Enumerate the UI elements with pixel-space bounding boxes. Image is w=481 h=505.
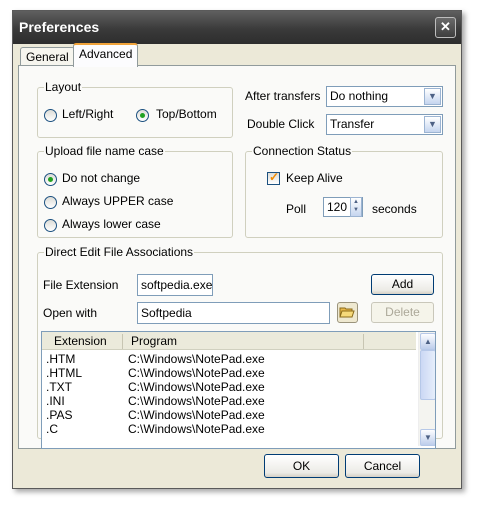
double-click-dropdown[interactable]: Transfer ▼ — [326, 114, 443, 135]
row-program: C:\Windows\NotePad.exe — [128, 422, 265, 436]
ok-button-label: OK — [292, 459, 311, 473]
table-row[interactable]: .PAS C:\Windows\NotePad.exe — [42, 408, 416, 422]
radio-upper-case-label: Always UPPER case — [62, 194, 174, 208]
after-transfers-label: After transfers — [245, 89, 321, 103]
file-associations-list[interactable]: Extension Program .HTM C:\Windows\NotePad… — [41, 331, 436, 449]
tab-general-label: General — [26, 50, 69, 64]
connection-status-group: Connection Status Keep Alive Poll 120 ▲▼… — [245, 144, 443, 238]
double-click-label: Double Click — [247, 117, 315, 131]
table-row[interactable]: .INI C:\Windows\NotePad.exe — [42, 394, 416, 408]
table-row[interactable]: .HTML C:\Windows\NotePad.exe — [42, 366, 416, 380]
browse-button[interactable] — [337, 302, 358, 323]
upload-case-group: Upload file name case Do not change Alwa… — [37, 144, 233, 238]
chevron-down-icon[interactable]: ▼ — [424, 116, 441, 133]
row-program: C:\Windows\NotePad.exe — [128, 380, 265, 394]
window-title: Preferences — [19, 19, 100, 35]
poll-label: Poll — [286, 202, 307, 216]
open-with-input[interactable]: Softpedia — [137, 302, 330, 324]
column-header-program[interactable]: Program — [123, 334, 364, 349]
radio-top-bottom[interactable] — [136, 109, 149, 122]
advanced-tab-panel: Layout Left/Right Top/Bottom After trans… — [18, 65, 456, 449]
poll-unit-label: seconds — [372, 202, 417, 216]
title-bar[interactable]: Preferences ✕ — [13, 11, 461, 44]
delete-button[interactable]: Delete — [371, 302, 434, 323]
cancel-button-label: Cancel — [363, 459, 402, 473]
list-header: Extension Program — [42, 332, 416, 350]
radio-do-not-change-label: Do not change — [62, 171, 141, 185]
poll-value: 120 — [327, 200, 348, 214]
layout-group: Layout Left/Right Top/Bottom — [37, 80, 233, 138]
table-row[interactable]: .HTM C:\Windows\NotePad.exe — [42, 352, 416, 366]
upload-case-legend: Upload file name case — [44, 144, 165, 158]
tab-advanced[interactable]: Advanced — [73, 43, 139, 67]
keep-alive-label: Keep Alive — [286, 171, 343, 185]
folder-open-icon — [339, 307, 355, 318]
after-transfers-value: Do nothing — [330, 89, 389, 103]
row-extension: .PAS — [46, 408, 73, 422]
poll-input[interactable]: 120 ▲ ▼ — [323, 197, 363, 217]
tab-general[interactable]: General — [20, 47, 75, 67]
cancel-button[interactable]: Cancel — [345, 454, 420, 478]
row-extension: .HTM — [46, 352, 76, 366]
scroll-up-icon[interactable]: ▲ — [420, 333, 435, 350]
table-row[interactable]: .TXT C:\Windows\NotePad.exe — [42, 380, 416, 394]
add-button-label: Add — [391, 277, 414, 291]
row-program: C:\Windows\NotePad.exe — [128, 352, 265, 366]
double-click-value: Transfer — [330, 117, 375, 131]
chevron-down-icon[interactable]: ▼ — [424, 88, 441, 105]
delete-button-label: Delete — [385, 305, 420, 319]
row-program: C:\Windows\NotePad.exe — [128, 394, 265, 408]
preferences-dialog: Preferences ✕ General Advanced Layout Le… — [12, 10, 462, 489]
tab-advanced-label: Advanced — [79, 47, 133, 61]
radio-top-bottom-label: Top/Bottom — [156, 107, 217, 121]
add-button[interactable]: Add — [371, 274, 434, 295]
open-with-value: Softpedia — [141, 306, 192, 320]
close-icon: ✕ — [440, 19, 451, 34]
radio-left-right-label: Left/Right — [62, 107, 114, 121]
row-program: C:\Windows\NotePad.exe — [128, 366, 265, 380]
radio-do-not-change[interactable] — [44, 173, 57, 186]
radio-lower-case[interactable] — [44, 219, 57, 232]
row-extension: .C — [46, 422, 58, 436]
vertical-scrollbar[interactable]: ▲ ▼ — [418, 332, 435, 446]
radio-left-right[interactable] — [44, 109, 57, 122]
after-transfers-dropdown[interactable]: Do nothing ▼ — [326, 86, 443, 107]
scroll-down-icon[interactable]: ▼ — [420, 429, 435, 446]
file-extension-label: File Extension — [43, 278, 119, 292]
scroll-thumb[interactable] — [420, 350, 435, 400]
spin-arrows-icon[interactable]: ▲ ▼ — [350, 197, 362, 217]
open-with-label: Open with — [43, 306, 98, 320]
row-extension: .HTML — [46, 366, 82, 380]
row-extension: .INI — [46, 394, 65, 408]
column-header-extension[interactable]: Extension — [42, 334, 123, 349]
file-extension-value: softpedia.exe — [141, 278, 213, 292]
layout-legend: Layout — [44, 80, 83, 94]
radio-lower-case-label: Always lower case — [62, 217, 161, 231]
file-extension-input[interactable]: softpedia.exe — [137, 274, 213, 296]
row-program: C:\Windows\NotePad.exe — [128, 408, 265, 422]
row-extension: .TXT — [46, 380, 72, 394]
table-row[interactable]: .C C:\Windows\NotePad.exe — [42, 422, 416, 436]
close-button[interactable]: ✕ — [435, 17, 456, 38]
connection-status-legend: Connection Status — [252, 144, 353, 158]
direct-edit-legend: Direct Edit File Associations — [44, 245, 195, 259]
ok-button[interactable]: OK — [264, 454, 339, 478]
keep-alive-checkbox[interactable] — [267, 170, 280, 185]
radio-upper-case[interactable] — [44, 196, 57, 209]
